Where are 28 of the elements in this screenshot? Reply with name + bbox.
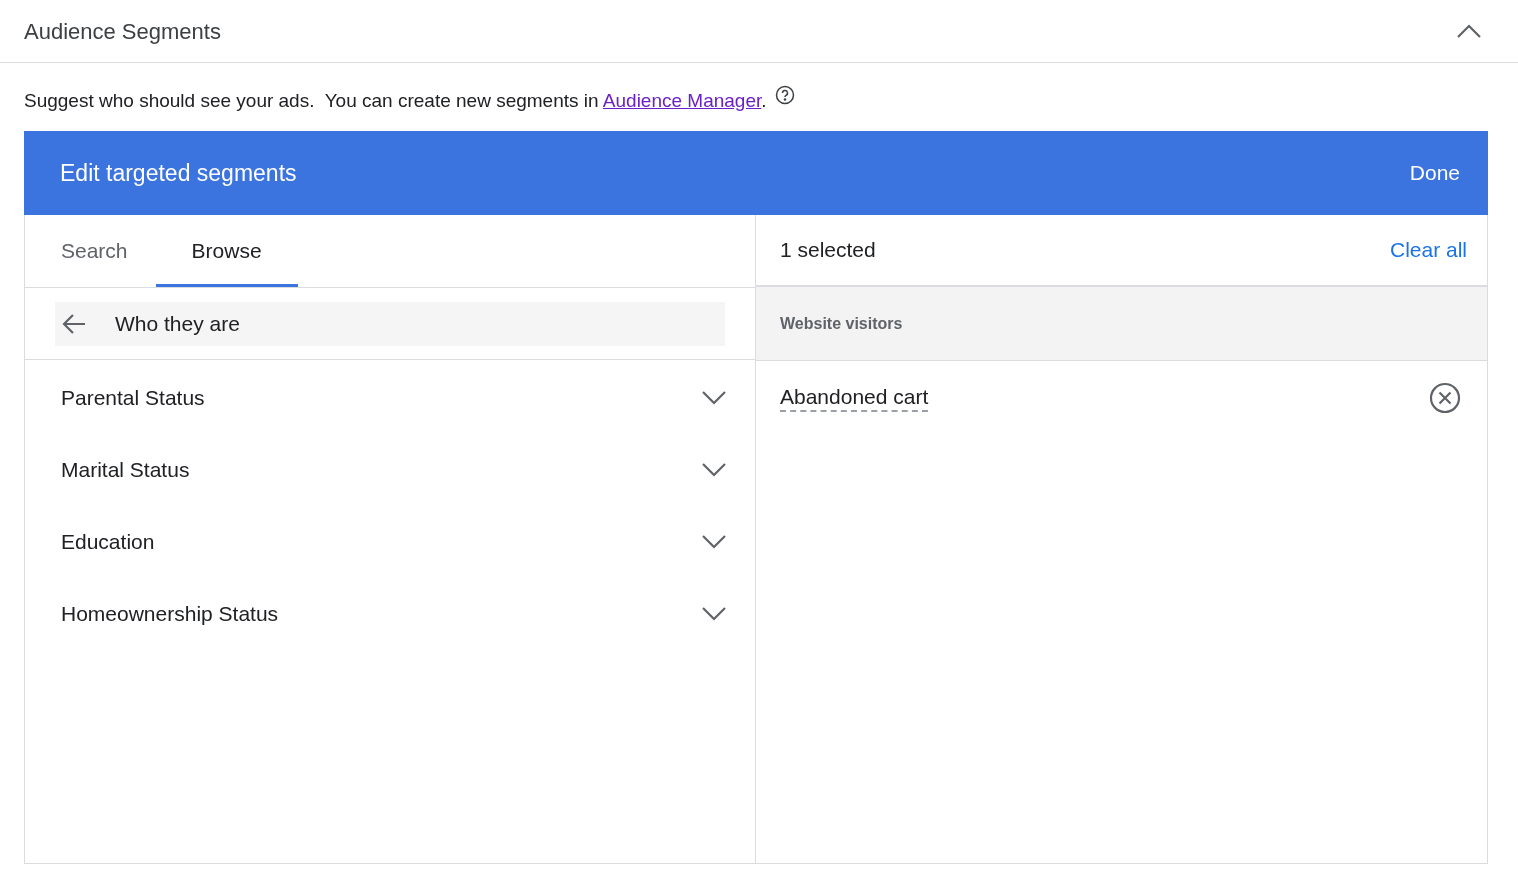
expand-icon[interactable] [701,534,727,550]
description-text: Suggest who should see your ads. You can create new segments in Audience Manager. [24,88,767,113]
back-arrow-icon[interactable] [61,312,87,335]
clear-all-button[interactable]: Clear all [1389,234,1467,266]
tab[interactable]: Search [33,215,156,287]
editor-title: Edit targeted segments [60,158,297,188]
section-title: Audience Segments [24,17,221,46]
collapse-icon[interactable] [1456,23,1482,39]
breadcrumb-label: Who they are [115,310,240,337]
category-label: Homeownership Status [61,601,279,628]
done-button[interactable]: Done [1409,157,1460,189]
category-row[interactable]: Marital Status [25,434,755,506]
category-label: Education [61,529,155,556]
expand-icon[interactable] [701,606,727,622]
category-row[interactable]: Parental Status [25,362,755,434]
group-label: Website visitors [780,313,903,334]
help-icon[interactable] [774,85,795,105]
expand-icon[interactable] [701,390,727,406]
selected-count: 1 selected [780,237,876,264]
category-row[interactable]: Homeownership Status [25,578,755,650]
category-row[interactable]: Education [25,506,755,578]
audience-manager-link[interactable]: Audience Manager [602,89,762,111]
remove-icon[interactable] [1429,382,1461,414]
tab[interactable]: Browse [155,215,298,287]
category-label: Marital Status [61,457,190,484]
category-label: Parental Status [61,385,205,412]
expand-icon[interactable] [701,462,727,478]
selected-segment: Abandoned cart [780,384,929,412]
